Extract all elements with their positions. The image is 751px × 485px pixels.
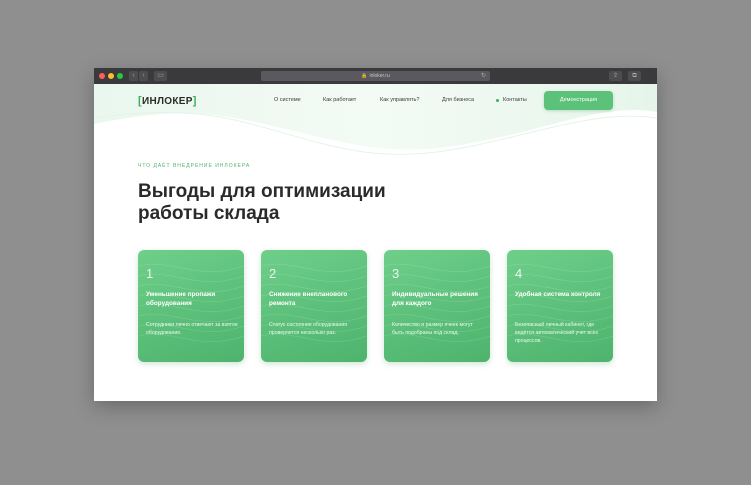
share-icon[interactable]: ⇪ [609, 71, 622, 81]
section-title: Выгоды для оптимизации работы склада [138, 181, 438, 225]
close-window-button[interactable] [99, 73, 105, 79]
card-number: 3 [392, 266, 400, 281]
url-text: inloker.ru [369, 73, 390, 79]
card-title: Индивидуальные решения для каждого [392, 291, 478, 307]
card-number: 1 [146, 266, 154, 281]
section-title-line-2: работы склада [138, 203, 280, 224]
benefit-card-1: 1 Уменьшение пропажи оборудования Сотруд… [138, 250, 244, 362]
benefit-card-4: 4 Удобная система контроля Безопасный ли… [507, 250, 613, 362]
card-number: 2 [269, 266, 277, 281]
nav-contacts[interactable]: Контакты [503, 97, 527, 103]
minimize-window-button[interactable] [108, 73, 114, 79]
card-description: Сотрудники лично отвечают за взятое обор… [146, 322, 238, 337]
card-description: Безопасный личный кабинет, где ведётся а… [515, 322, 599, 345]
tabs-icon[interactable]: ⧉ [628, 71, 641, 81]
card-number: 4 [515, 266, 523, 281]
lock-icon: 🔒 [361, 73, 368, 79]
nav-how-to-manage[interactable]: Как управлять? [380, 97, 419, 103]
card-title: Уменьшение пропажи оборудования [146, 291, 216, 307]
card-title: Удобная система контроля [515, 291, 601, 298]
logo-bracket-right: ] [192, 95, 197, 107]
logo[interactable]: [ ИНЛОКЕР ] [138, 94, 197, 108]
reload-icon[interactable]: ↻ [481, 71, 486, 81]
web-page: [ ИНЛОКЕР ] О системе Как работает Как у… [94, 84, 657, 401]
browser-window: ‹ › ▭ 🔒 inloker.ru ↻ ⇪ ⧉ [ ИНЛОКЕР ] О с… [94, 68, 657, 401]
section-eyebrow: ЧТО ДАЁТ ВНЕДРЕНИЕ ИНЛОКЕРА [138, 163, 251, 169]
section-title-line-1: Выгоды для оптимизации [138, 181, 386, 202]
card-description: Статус состояния оборудования проверяетс… [269, 322, 348, 337]
nav-about[interactable]: О системе [274, 97, 301, 103]
contacts-dot-icon [496, 99, 499, 102]
sidebar-icon[interactable]: ▭ [154, 71, 167, 81]
demo-button[interactable]: Демонстрация [544, 91, 613, 110]
back-icon[interactable]: ‹ [129, 71, 138, 81]
forward-icon[interactable]: › [139, 71, 148, 81]
zoom-window-button[interactable] [117, 73, 123, 79]
logo-text: ИНЛОКЕР [141, 95, 193, 107]
card-title: Снижение внепланового ремонта [269, 291, 348, 307]
nav-for-business[interactable]: Для бизнеса [442, 97, 474, 103]
benefit-card-3: 3 Индивидуальные решения для каждого Кол… [384, 250, 490, 362]
browser-toolbar: ‹ › ▭ 🔒 inloker.ru ↻ ⇪ ⧉ [94, 68, 657, 84]
nav-how-it-works[interactable]: Как работает [323, 97, 356, 103]
benefit-card-2: 2 Снижение внепланового ремонта Статус с… [261, 250, 367, 362]
card-description: Количество и размер ячеек могут быть под… [392, 322, 473, 337]
address-bar[interactable]: 🔒 inloker.ru ↻ [261, 71, 490, 81]
